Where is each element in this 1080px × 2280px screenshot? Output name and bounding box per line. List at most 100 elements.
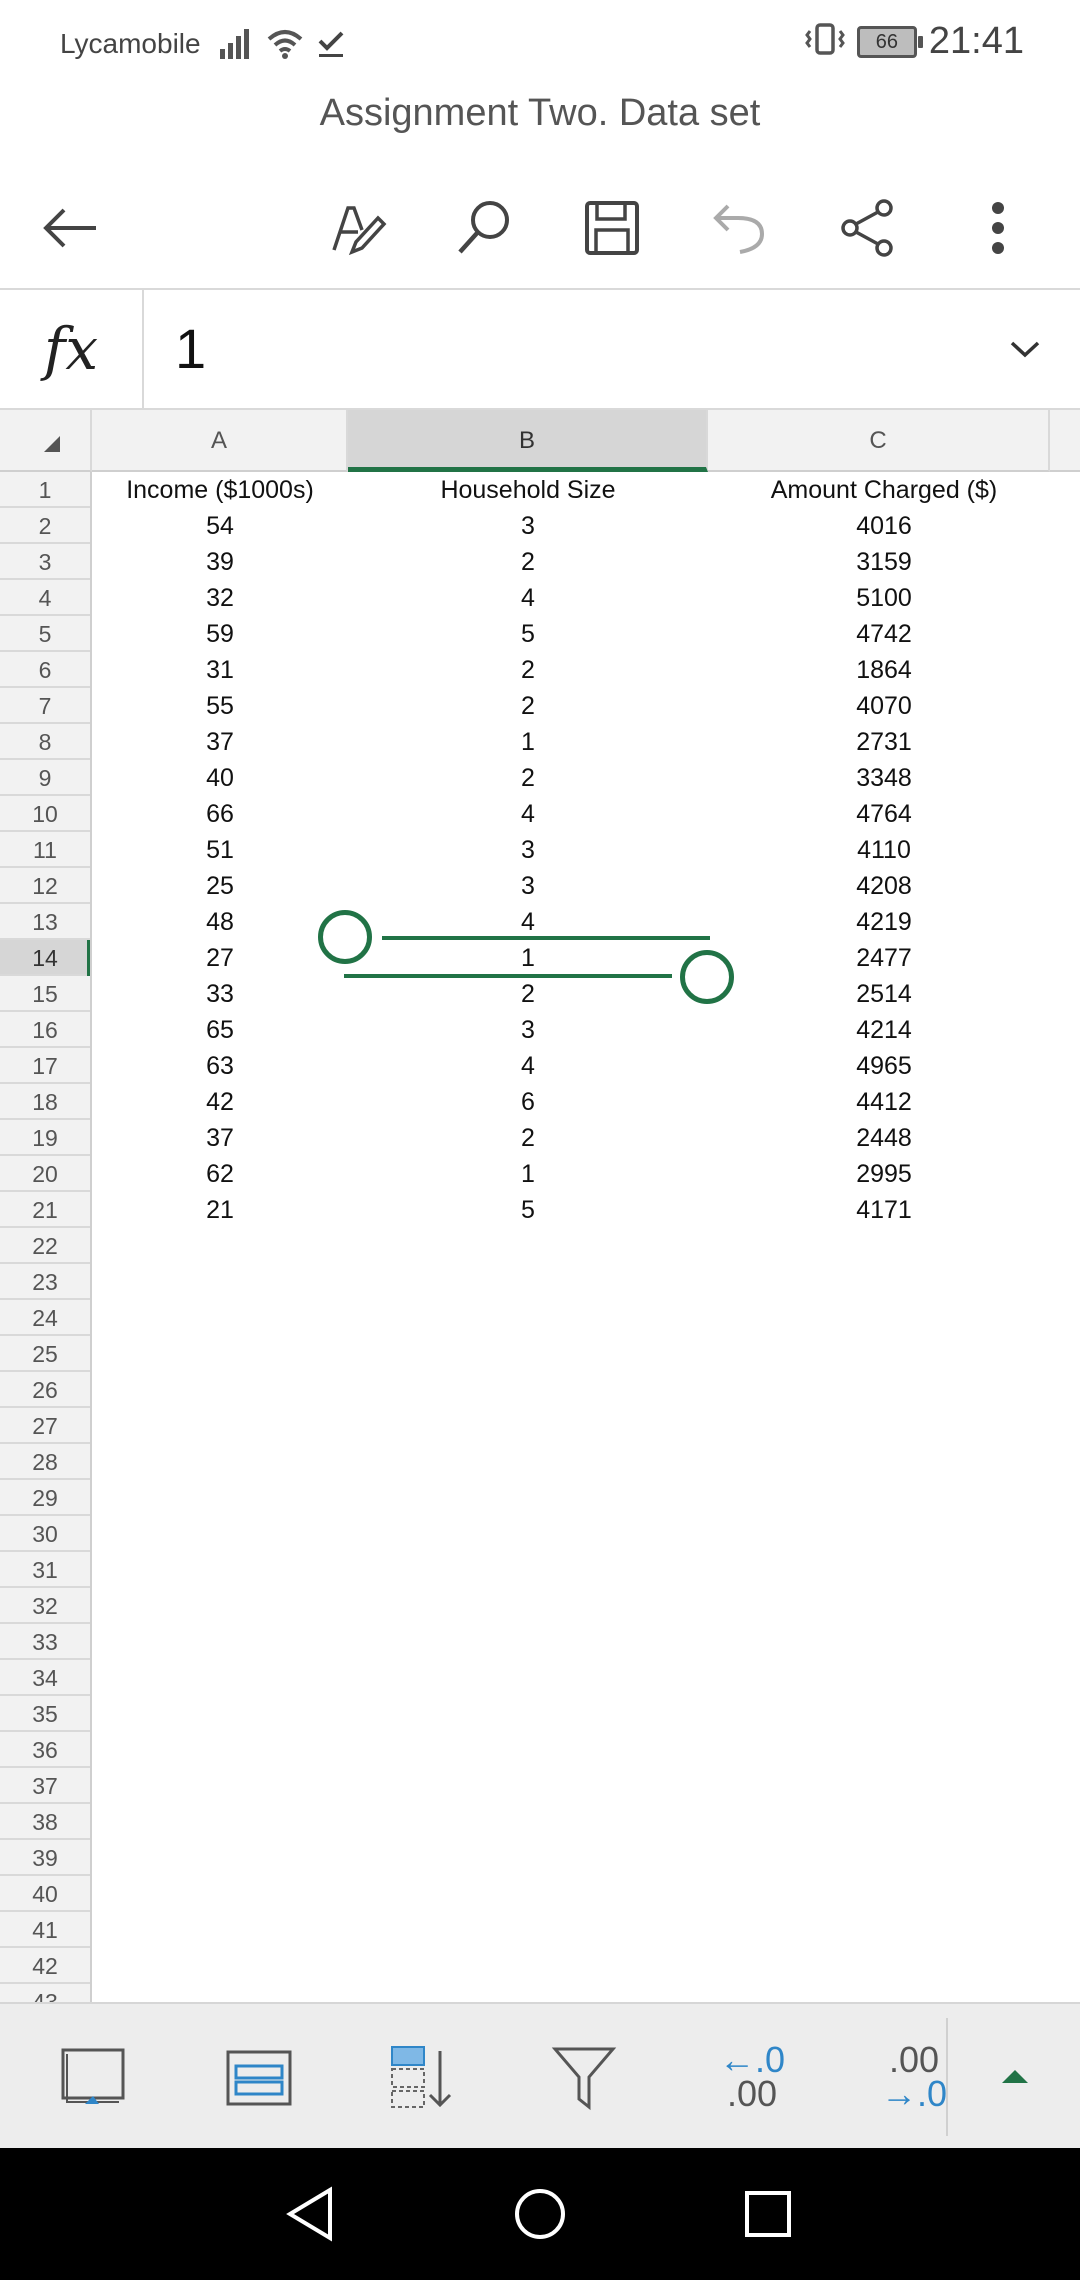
freeze-panes-icon[interactable]	[54, 2042, 134, 2112]
cell-a12[interactable]: 25	[92, 868, 348, 904]
cell-a7[interactable]: 55	[92, 688, 348, 724]
cell-b20[interactable]: 1	[348, 1156, 708, 1192]
cell-b12[interactable]: 3	[348, 868, 708, 904]
selection-handle-end[interactable]	[680, 950, 734, 1004]
nav-back-icon[interactable]	[280, 2184, 340, 2244]
nav-home-icon[interactable]	[510, 2184, 570, 2244]
row-header-41[interactable]: 41	[0, 1912, 90, 1948]
row-header-22[interactable]: 22	[0, 1228, 90, 1264]
row-header-38[interactable]: 38	[0, 1804, 90, 1840]
undo-icon[interactable]	[700, 188, 780, 268]
cell-a11[interactable]: 51	[92, 832, 348, 868]
cell-a18[interactable]: 42	[92, 1084, 348, 1120]
row-header-31[interactable]: 31	[0, 1552, 90, 1588]
column-header-c[interactable]: C	[708, 410, 1050, 472]
cell-a20[interactable]: 62	[92, 1156, 348, 1192]
cell-b21[interactable]: 5	[348, 1192, 708, 1228]
row-header-21[interactable]: 21	[0, 1192, 90, 1228]
row-header-39[interactable]: 39	[0, 1840, 90, 1876]
row-header-36[interactable]: 36	[0, 1732, 90, 1768]
cell-a17[interactable]: 63	[92, 1048, 348, 1084]
cell-c7[interactable]: 4070	[708, 688, 1060, 724]
chevron-down-icon[interactable]	[1000, 324, 1050, 374]
row-header-30[interactable]: 30	[0, 1516, 90, 1552]
cell-c18[interactable]: 4412	[708, 1084, 1060, 1120]
cell-b9[interactable]: 2	[348, 760, 708, 796]
cell-a13[interactable]: 48	[92, 904, 348, 940]
cell-c9[interactable]: 3348	[708, 760, 1060, 796]
cell-a14[interactable]: 27	[92, 940, 348, 976]
cell-c10[interactable]: 4764	[708, 796, 1060, 832]
decrease-decimal-icon[interactable]: .00 →.0	[874, 2042, 954, 2112]
cell-c6[interactable]: 1864	[708, 652, 1060, 688]
row-header-23[interactable]: 23	[0, 1264, 90, 1300]
increase-decimal-icon[interactable]: ←.0.00	[712, 2042, 792, 2112]
cell-b16[interactable]: 3	[348, 1012, 708, 1048]
nav-recents-icon[interactable]	[738, 2184, 798, 2244]
row-header-35[interactable]: 35	[0, 1696, 90, 1732]
cell-b11[interactable]: 3	[348, 832, 708, 868]
cell-b15[interactable]: 2	[348, 976, 708, 1012]
cell-c21[interactable]: 4171	[708, 1192, 1060, 1228]
cell-b13[interactable]: 4	[348, 904, 708, 940]
cell-c8[interactable]: 2731	[708, 724, 1060, 760]
row-header-2[interactable]: 2	[0, 508, 90, 544]
cell-c16[interactable]: 4214	[708, 1012, 1060, 1048]
cell-a9[interactable]: 40	[92, 760, 348, 796]
row-header-16[interactable]: 16	[0, 1012, 90, 1048]
cell-c2[interactable]: 4016	[708, 508, 1060, 544]
column-header-a[interactable]: A	[92, 410, 348, 472]
row-header-43[interactable]: 43	[0, 1984, 90, 2002]
cell-b8[interactable]: 1	[348, 724, 708, 760]
cell-c5[interactable]: 4742	[708, 616, 1060, 652]
cell-a1[interactable]: Income ($1000s)	[92, 472, 348, 508]
cell-c17[interactable]: 4965	[708, 1048, 1060, 1084]
filter-icon[interactable]	[544, 2042, 624, 2112]
cell-c3[interactable]: 3159	[708, 544, 1060, 580]
cell-b19[interactable]: 2	[348, 1120, 708, 1156]
cell-b14[interactable]: 1	[348, 940, 708, 976]
cell-a6[interactable]: 31	[92, 652, 348, 688]
row-header-34[interactable]: 34	[0, 1660, 90, 1696]
row-header-37[interactable]: 37	[0, 1768, 90, 1804]
row-header-33[interactable]: 33	[0, 1624, 90, 1660]
row-header-9[interactable]: 9	[0, 760, 90, 796]
more-icon[interactable]	[958, 188, 1038, 268]
row-header-11[interactable]: 11	[0, 832, 90, 868]
row-header-42[interactable]: 42	[0, 1948, 90, 1984]
cell-c14[interactable]: 2477	[708, 940, 1060, 976]
row-header-27[interactable]: 27	[0, 1408, 90, 1444]
save-icon[interactable]	[572, 188, 652, 268]
column-header-d[interactable]	[1050, 410, 1080, 472]
cell-a16[interactable]: 65	[92, 1012, 348, 1048]
cell-b3[interactable]: 2	[348, 544, 708, 580]
cell-a21[interactable]: 21	[92, 1192, 348, 1228]
row-header-24[interactable]: 24	[0, 1300, 90, 1336]
cell-b7[interactable]: 2	[348, 688, 708, 724]
cell-b1[interactable]: Household Size	[348, 472, 708, 508]
cell-a4[interactable]: 32	[92, 580, 348, 616]
back-arrow-icon[interactable]	[30, 188, 110, 268]
row-header-19[interactable]: 19	[0, 1120, 90, 1156]
column-header-b[interactable]: B	[348, 410, 708, 472]
row-header-40[interactable]: 40	[0, 1876, 90, 1912]
row-header-28[interactable]: 28	[0, 1444, 90, 1480]
cell-b6[interactable]: 2	[348, 652, 708, 688]
cell-c15[interactable]: 2514	[708, 976, 1060, 1012]
row-header-26[interactable]: 26	[0, 1372, 90, 1408]
wrap-text-icon[interactable]	[218, 2042, 298, 2112]
row-header-8[interactable]: 8	[0, 724, 90, 760]
cell-a3[interactable]: 39	[92, 544, 348, 580]
cell-c13[interactable]: 4219	[708, 904, 1060, 940]
formula-input[interactable]: 1	[175, 290, 206, 408]
row-header-32[interactable]: 32	[0, 1588, 90, 1624]
row-header-17[interactable]: 17	[0, 1048, 90, 1084]
row-header-29[interactable]: 29	[0, 1480, 90, 1516]
row-header-10[interactable]: 10	[0, 796, 90, 832]
fx-label[interactable]: fx	[0, 290, 144, 408]
row-header-13[interactable]: 13	[0, 904, 90, 940]
row-header-25[interactable]: 25	[0, 1336, 90, 1372]
row-header-18[interactable]: 18	[0, 1084, 90, 1120]
row-header-5[interactable]: 5	[0, 616, 90, 652]
cell-a15[interactable]: 33	[92, 976, 348, 1012]
